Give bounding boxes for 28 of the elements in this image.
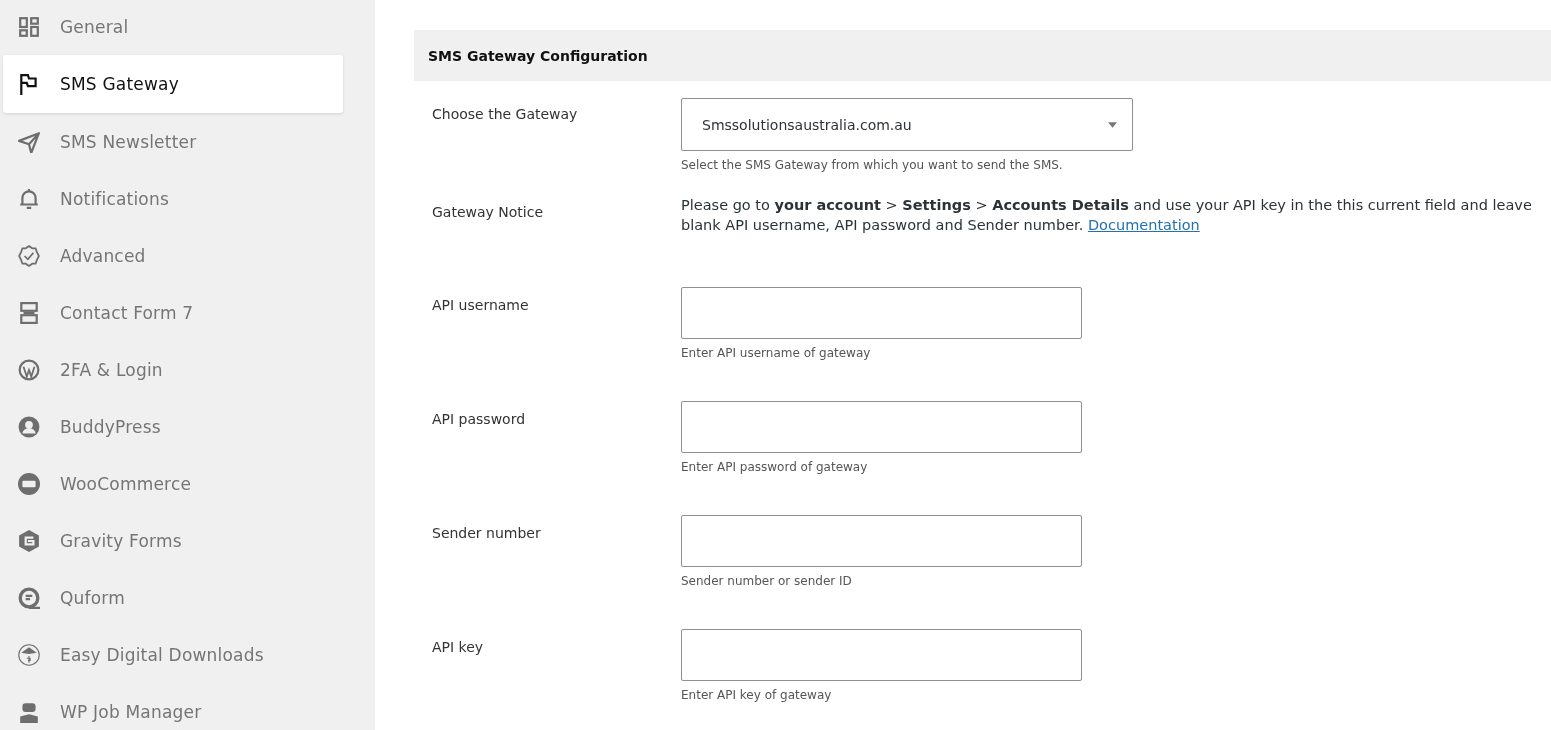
gateway-select[interactable]: Smssolutionsaustralia.com.au bbox=[681, 98, 1133, 151]
help-text: Select the SMS Gateway from which you want to send the SMS. bbox=[681, 158, 1064, 172]
sidebar-item[interactable]: Quform bbox=[3, 569, 343, 626]
field-label: Gateway Notice bbox=[432, 203, 545, 222]
sidebar-item[interactable]: Gravity Forms bbox=[3, 512, 343, 569]
help-text: Enter API key of gateway bbox=[681, 688, 833, 702]
help-text: Sender number or sender ID bbox=[681, 574, 853, 588]
field-label: API key bbox=[432, 638, 485, 657]
sidebar-item[interactable]: WP Job Manager bbox=[3, 683, 343, 730]
sidebar-item[interactable]: Contact Form 7 bbox=[3, 284, 343, 341]
sidebar-item[interactable]: Advanced bbox=[3, 227, 343, 284]
field-label: API password bbox=[432, 410, 527, 429]
sidebar-item[interactable]: WooCommerce bbox=[3, 455, 343, 512]
sidebar-item[interactable]: Notifications bbox=[3, 170, 343, 227]
notice-text: Please go to your account > Settings > Accounts Details and use your API key in the this current field and leave blank API username, API password and Sender number. Documentation bbox=[681, 196, 1533, 235]
sidebar-item[interactable]: SMS Gateway bbox=[3, 55, 343, 113]
help-text: Enter API password of gateway bbox=[681, 460, 869, 474]
sidebar-item[interactable]: BuddyPress bbox=[3, 398, 343, 455]
field-label: Sender number bbox=[432, 524, 542, 543]
section-title: SMS Gateway Configuration bbox=[428, 47, 648, 64]
field-label: API username bbox=[432, 296, 530, 315]
sidebar-item[interactable]: General bbox=[3, 0, 343, 55]
sidebar-item[interactable]: Easy Digital Downloads bbox=[3, 626, 343, 683]
sidebar-item[interactable]: SMS Newsletter bbox=[3, 113, 343, 170]
sidebar-item[interactable]: 2FA & Login bbox=[3, 341, 343, 398]
documentation-link[interactable]: Documentation bbox=[1087, 217, 1200, 233]
field-label: Choose the Gateway bbox=[432, 105, 579, 124]
help-text: Enter API username of gateway bbox=[681, 346, 872, 360]
